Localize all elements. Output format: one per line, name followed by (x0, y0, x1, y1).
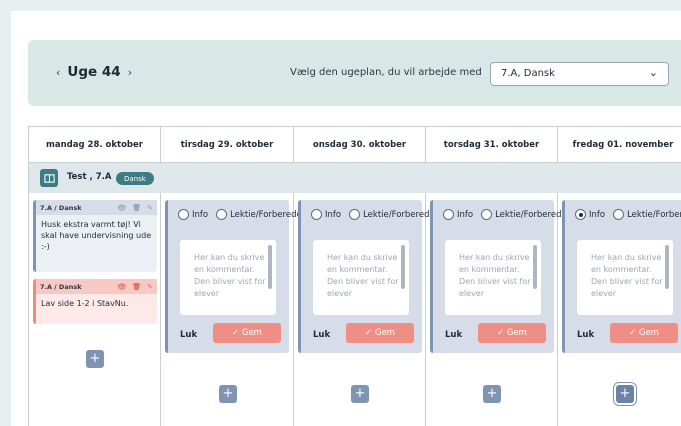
eye-icon[interactable]: 👁 (117, 283, 126, 291)
edit-card: Info Lektie/Forberedelse Her kan du skri… (165, 200, 314, 353)
radio-homework[interactable] (349, 209, 361, 220)
radio-info[interactable] (311, 209, 322, 220)
day-header: mandag 28. oktober (29, 127, 160, 163)
radio-info-label: Info (589, 209, 606, 220)
type-radio-group: Info Lektie/Forberedelse (311, 209, 447, 220)
edit-card: Info Lektie/Forberedelse Her kan du skri… (562, 200, 681, 353)
save-button[interactable]: ✓ Gem (478, 323, 546, 343)
plan-select-value: 7.A, Dansk (501, 68, 555, 79)
save-button[interactable]: ✓ Gem (346, 323, 414, 343)
radio-homework[interactable] (216, 209, 228, 220)
subject-title: Test , 7.A (67, 172, 112, 182)
comment-placeholder: Her kan du skrive en kommentar. Den bliv… (591, 253, 663, 298)
day-header: tirsdag 29. oktober (161, 127, 293, 163)
scrollbar[interactable] (533, 245, 537, 289)
close-button[interactable]: Luk (180, 330, 197, 340)
eye-icon[interactable]: 👁 (117, 204, 126, 212)
close-button[interactable]: Luk (577, 330, 594, 340)
radio-info-label: Info (192, 209, 209, 220)
scrollbar[interactable] (268, 245, 272, 289)
type-radio-group: Info Lektie/Forberedelse (178, 209, 314, 220)
note-header: 7.A / Dansk 👁 🗑 ✎ (36, 279, 157, 294)
radio-homework-label: Lektie/Forberedelse (627, 209, 681, 220)
radio-info[interactable] (178, 209, 189, 220)
close-button[interactable]: Luk (445, 330, 462, 340)
edit-card: Info Lektie/Forberedelse Her kan du skri… (298, 200, 447, 353)
note-actions: 👁 🗑 ✎ (117, 283, 153, 291)
plan-select-label: Vælg den ugeplan, du vil arbejde med (290, 67, 482, 78)
chevron-down-icon: ⌄ (648, 66, 658, 79)
add-button[interactable]: + (351, 385, 369, 403)
subject-tag: Dansk (116, 172, 154, 185)
add-button[interactable]: + (86, 350, 104, 368)
comment-placeholder: Her kan du skrive en kommentar. Den bliv… (194, 253, 266, 298)
comment-placeholder: Her kan du skrive en kommentar. Den bliv… (459, 253, 531, 298)
radio-info[interactable] (443, 209, 454, 220)
radio-info[interactable] (575, 209, 586, 220)
note-header-label: 7.A / Dansk (40, 282, 82, 291)
scrollbar[interactable] (401, 245, 405, 289)
note-text: Lav side 1-2 i StavNu. (41, 299, 129, 308)
add-button[interactable]: + (613, 382, 637, 406)
type-radio-group: Info Lektie/Forberedelse (575, 209, 681, 220)
add-button[interactable]: + (219, 385, 237, 403)
radio-homework[interactable] (613, 209, 625, 220)
edit-card: Info Lektie/Forberedelse Her kan du skri… (430, 200, 579, 353)
day-header: torsdag 31. oktober (426, 127, 557, 163)
radio-info-label: Info (325, 209, 342, 220)
comment-textarea[interactable]: Her kan du skrive en kommentar. Den bliv… (577, 240, 673, 315)
prev-week-button[interactable]: ‹ (56, 66, 60, 79)
plan-select[interactable]: 7.A, Dansk ⌄ (490, 62, 669, 86)
comment-placeholder: Her kan du skrive en kommentar. Den bliv… (327, 253, 399, 298)
note-actions: 👁 🗑 ✎ (117, 204, 153, 212)
save-button[interactable]: ✓ Gem (213, 323, 281, 343)
note-card[interactable]: 7.A / Dansk 👁 🗑 ✎ Lav side 1-2 i StavNu. (33, 279, 157, 324)
week-navigator: ‹ Uge 44 › (56, 64, 132, 80)
note-card[interactable]: 7.A / Dansk 👁 🗑 ✎ Husk ekstra varmt tøj!… (33, 200, 157, 272)
pencil-icon[interactable]: ✎ (147, 283, 153, 291)
next-week-button[interactable]: › (128, 66, 132, 79)
note-text: Husk ekstra varmt tøj! Vi skal have unde… (41, 220, 152, 251)
trash-icon[interactable]: 🗑 (132, 283, 141, 291)
pencil-icon[interactable]: ✎ (147, 204, 153, 212)
trash-icon[interactable]: 🗑 (132, 204, 141, 212)
save-button[interactable]: ✓ Gem (610, 323, 678, 343)
day-header: onsdag 30. oktober (294, 127, 425, 163)
add-button[interactable]: + (483, 385, 501, 403)
comment-textarea[interactable]: Her kan du skrive en kommentar. Den bliv… (180, 240, 276, 315)
note-header-label: 7.A / Dansk (40, 203, 82, 212)
radio-homework[interactable] (481, 209, 493, 220)
note-header: 7.A / Dansk 👁 🗑 ✎ (36, 200, 157, 215)
radio-info-label: Info (457, 209, 474, 220)
comment-textarea[interactable]: Her kan du skrive en kommentar. Den bliv… (313, 240, 409, 315)
week-grid: mandag 28. oktober tirsdag 29. oktober o… (28, 126, 681, 426)
comment-textarea[interactable]: Her kan du skrive en kommentar. Den bliv… (445, 240, 541, 315)
subject-band: Test , 7.A Dansk (29, 163, 681, 193)
book-icon[interactable] (40, 169, 58, 187)
close-button[interactable]: Luk (313, 330, 330, 340)
scrollbar[interactable] (665, 245, 669, 289)
day-header: fredag 01. november (558, 127, 681, 163)
type-radio-group: Info Lektie/Forberedelse (443, 209, 579, 220)
week-label: Uge 44 (67, 64, 121, 80)
week-header-bar: ‹ Uge 44 › Vælg den ugeplan, du vil arbe… (28, 40, 681, 106)
